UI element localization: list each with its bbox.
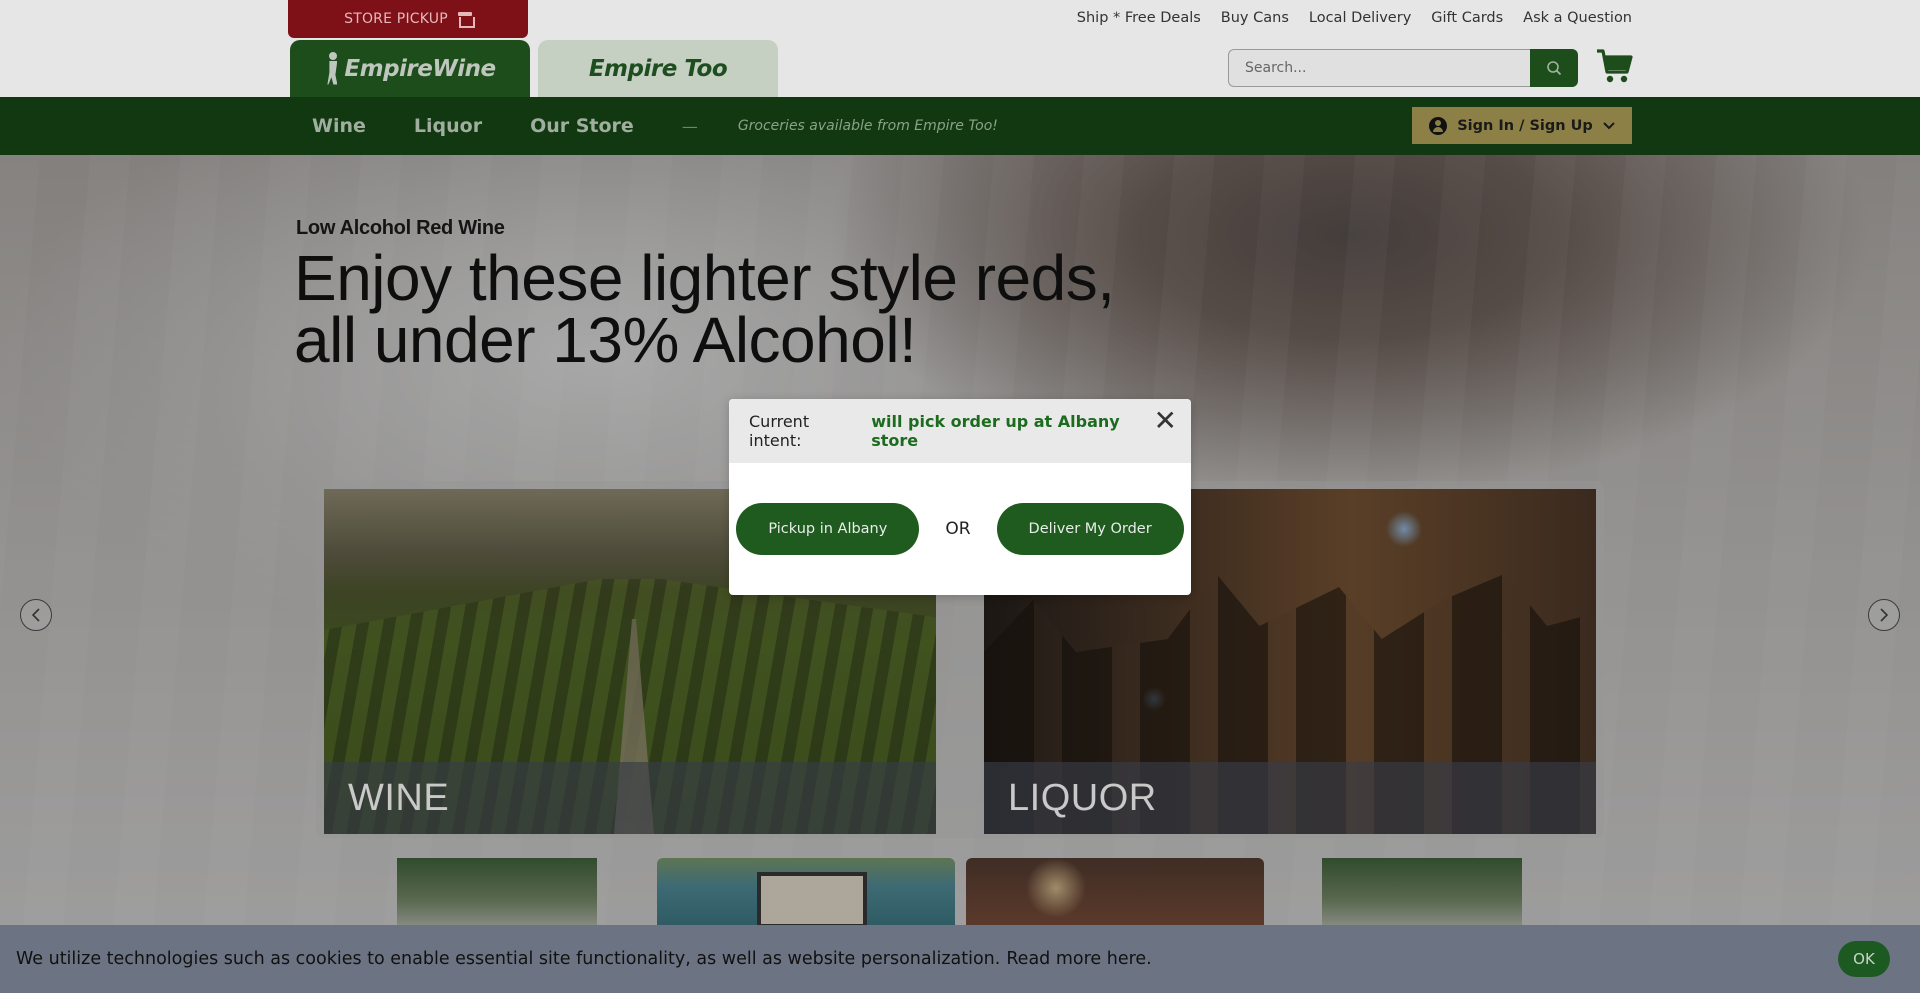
top-header: STORE PICKUP Ship * Free Deals Buy Cans …	[0, 0, 1920, 97]
laptop-image	[757, 872, 867, 928]
brand-tab-empire-too[interactable]: Empire Too	[538, 40, 778, 97]
nav-items: Wine Liquor Our Store — Groceries availa…	[312, 97, 998, 155]
store-pickup-label: STORE PICKUP	[344, 11, 448, 27]
carousel-next-button[interactable]	[1868, 599, 1900, 631]
hero-title[interactable]: Enjoy these lighter style reds, all unde…	[294, 246, 1194, 372]
top-link-ship-free-deals[interactable]: Ship * Free Deals	[1077, 10, 1201, 26]
nav-item-liquor[interactable]: Liquor	[414, 115, 482, 137]
or-divider: OR	[945, 519, 971, 539]
brand-secondary-label: Empire Too	[588, 55, 728, 82]
top-links: Ship * Free Deals Buy Cans Local Deliver…	[1077, 10, 1632, 26]
cookie-ok-button[interactable]: OK	[1838, 941, 1890, 977]
nav-item-our-store[interactable]: Our Store	[530, 115, 634, 137]
cookie-banner: We utilize technologies such as cookies …	[0, 925, 1920, 993]
signin-label: Sign In / Sign Up	[1457, 117, 1593, 134]
promo-thumbnail-4[interactable]	[1322, 858, 1522, 928]
brand-tab-empire-wine[interactable]: EmpireWine	[290, 40, 530, 97]
top-link-ask-question[interactable]: Ask a Question	[1523, 10, 1632, 26]
pickup-albany-button[interactable]: Pickup in Albany	[736, 503, 920, 555]
top-link-buy-cans[interactable]: Buy Cans	[1221, 10, 1289, 26]
chevron-down-icon	[1603, 121, 1615, 129]
top-link-local-delivery[interactable]: Local Delivery	[1309, 10, 1411, 26]
search-input[interactable]	[1228, 49, 1530, 87]
user-icon	[1429, 116, 1448, 135]
intent-value: will pick order up at Albany store	[871, 412, 1120, 450]
nav-separator: —	[681, 116, 698, 136]
close-icon[interactable]: ✕	[1154, 407, 1177, 435]
hero-subtitle[interactable]: Low Alcohol Red Wine	[296, 217, 505, 240]
brand-primary-label: EmpireWine	[344, 55, 496, 82]
intent-modal: Current intent: will pick order up at Al…	[729, 399, 1191, 595]
search-bar	[1228, 49, 1578, 87]
carousel-prev-button[interactable]	[20, 599, 52, 631]
main-nav: Wine Liquor Our Store — Groceries availa…	[0, 97, 1920, 155]
promo-thumbnail-2[interactable]	[657, 858, 955, 928]
cookie-read-more-link[interactable]: Read more here.	[1006, 949, 1151, 969]
deliver-order-button[interactable]: Deliver My Order	[996, 503, 1184, 555]
category-label-liquor: LIQUOR	[984, 762, 1596, 834]
cookie-text: We utilize technologies such as cookies …	[16, 949, 1001, 969]
top-link-gift-cards[interactable]: Gift Cards	[1431, 10, 1503, 26]
cart-icon[interactable]	[1596, 48, 1634, 84]
chevron-left-icon	[31, 608, 40, 622]
modal-body: Pickup in Albany OR Deliver My Order	[729, 463, 1191, 595]
search-button[interactable]	[1530, 49, 1578, 87]
store-pickup-tab[interactable]: STORE PICKUP	[288, 0, 528, 38]
modal-header: Current intent: will pick order up at Al…	[729, 399, 1191, 463]
empire-wine-logo-icon	[324, 51, 342, 86]
nav-item-wine[interactable]: Wine	[312, 115, 366, 137]
store-icon	[457, 12, 475, 28]
intent-prefix: Current intent:	[749, 412, 810, 450]
chevron-right-icon	[1880, 608, 1889, 622]
promo-thumbnail-1[interactable]	[397, 858, 597, 928]
nav-groceries-note[interactable]: Groceries available from Empire Too!	[738, 118, 998, 134]
search-icon	[1547, 61, 1562, 76]
category-label-wine: WINE	[324, 762, 936, 834]
promo-thumbnail-3[interactable]	[966, 858, 1264, 928]
signin-button[interactable]: Sign In / Sign Up	[1412, 107, 1632, 144]
